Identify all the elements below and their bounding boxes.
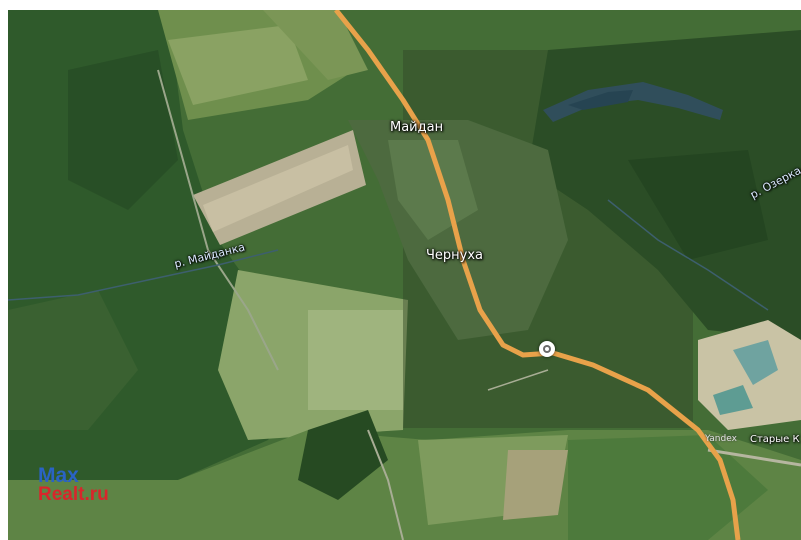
place-label-maidan: Майдан (390, 120, 444, 135)
satellite-map[interactable]: Майдан Чернуха Старые К р. Майданка р. О… (8, 10, 801, 540)
brand-logo: Max Realt.ru (38, 464, 109, 505)
location-pin-icon[interactable] (539, 341, 555, 357)
yandex-attribution: Yandex (705, 434, 737, 444)
place-label-chernukha: Чернуха (426, 248, 484, 263)
brand-line-2: Realt.ru (38, 484, 109, 505)
map-imagery (8, 10, 801, 540)
place-label-starye: Старые К (750, 434, 800, 445)
brand-line-1: Max (38, 464, 79, 487)
